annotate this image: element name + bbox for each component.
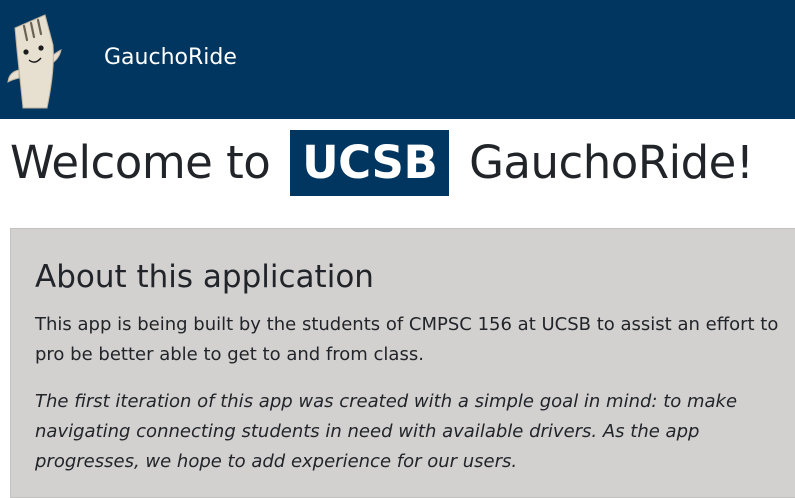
brand-link[interactable]: GauchoRide <box>104 45 237 70</box>
page-title: Welcome to UCSB GauchoRide! <box>10 128 754 198</box>
about-description: This app is being built by the students … <box>35 314 779 365</box>
fork-mascot-icon[interactable] <box>5 10 65 110</box>
about-goal-text: The first iteration of this app was crea… <box>35 391 738 472</box>
ucsb-badge: UCSB <box>290 130 450 196</box>
top-navbar: GauchoRide <box>0 0 795 119</box>
about-panel: About this application This app is being… <box>10 228 795 498</box>
welcome-suffix: GauchoRide! <box>469 136 754 189</box>
about-heading: About this application <box>35 259 374 295</box>
welcome-prefix: Welcome to <box>10 136 271 189</box>
